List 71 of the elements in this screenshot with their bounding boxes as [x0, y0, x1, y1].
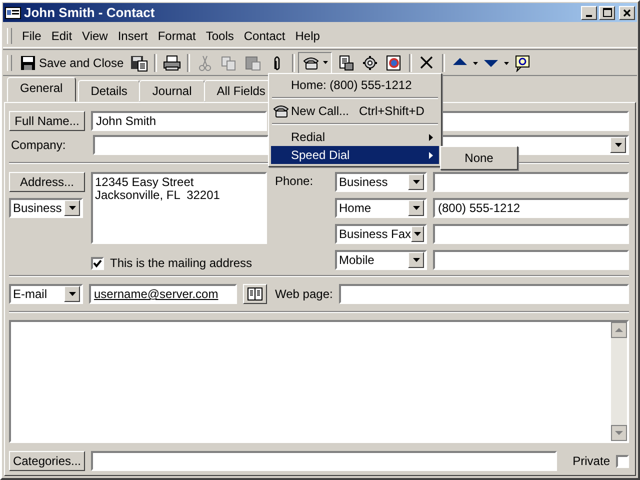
dropdown-arrow-icon — [68, 205, 76, 211]
phone-number-field[interactable]: (800) 555-1212 — [433, 198, 629, 218]
checkbox[interactable] — [91, 256, 104, 270]
close-icon — [623, 8, 631, 16]
address-book-button[interactable] — [243, 284, 267, 304]
caret-icon — [322, 61, 328, 64]
email-type-dropdown[interactable]: E-mail — [9, 284, 83, 304]
tab[interactable]: Journal — [139, 80, 205, 102]
menu-item[interactable]: Format — [152, 27, 201, 45]
menu-item[interactable]: File — [17, 27, 46, 45]
printer-icon[interactable] — [162, 54, 182, 72]
dropdown-arrow-icon — [412, 179, 420, 185]
maximize-icon — [602, 8, 612, 17]
phone-label: Phone: — [274, 173, 314, 190]
phone-number-field[interactable] — [433, 172, 629, 192]
save-and-close-button[interactable]: Save and Close — [17, 52, 127, 72]
dropdown-arrow-icon — [412, 205, 420, 211]
company-label: Company: — [10, 138, 67, 152]
full-name-button[interactable]: Full Name... — [9, 111, 85, 131]
tab[interactable]: Details — [78, 80, 140, 102]
dropdown-arrow-icon — [413, 231, 422, 237]
menu-item[interactable]: Redial — [271, 128, 439, 146]
web-page-field[interactable] — [338, 284, 629, 304]
menu-item[interactable]: Help — [290, 27, 325, 45]
window-title: John Smith - Contact — [24, 5, 155, 20]
checkmark-icon — [93, 258, 102, 268]
menu-item[interactable]: Tools — [200, 27, 239, 45]
scrollbar[interactable] — [611, 322, 627, 441]
categories-button[interactable]: Categories... — [9, 451, 85, 471]
menu-item[interactable]: New Call... Ctrl+Shift+D — [271, 102, 439, 120]
notes-field[interactable] — [9, 320, 629, 443]
menu-item[interactable]: Contact — [238, 27, 290, 45]
contact-card-icon — [5, 6, 21, 20]
company-field[interactable] — [93, 135, 269, 155]
address-field[interactable]: 12345 Easy Street Jacksonville, FL 32201 — [91, 172, 267, 244]
scroll-up-icon[interactable] — [611, 322, 627, 338]
menu-item[interactable]: Edit — [46, 27, 78, 45]
phone-number-field[interactable] — [433, 224, 629, 244]
mailing-address-label: This is the mailing address — [110, 256, 252, 270]
dropdown-arrow-icon — [614, 142, 622, 148]
full-name-field[interactable]: John Smith — [91, 111, 267, 131]
phone-type-dropdown[interactable]: Mobile — [335, 250, 427, 270]
address-button[interactable]: Address... — [9, 172, 85, 192]
maximize-button[interactable] — [599, 6, 615, 20]
scroll-down-icon[interactable] — [611, 425, 627, 441]
private-label: Private — [572, 454, 610, 468]
phone-type-dropdown[interactable]: Home — [335, 198, 427, 218]
submenu-arrow-icon — [429, 152, 433, 158]
book-icon — [247, 287, 263, 301]
menu-item[interactable]: None — [443, 149, 515, 167]
email-field[interactable]: username@server.com — [89, 284, 237, 304]
phone-type-dropdown[interactable]: Business Fax — [335, 224, 427, 244]
menu-item[interactable]: Speed Dial — [271, 146, 439, 164]
submenu-arrow-icon — [429, 134, 433, 140]
tab[interactable]: General — [7, 77, 76, 102]
dropdown-arrow-icon — [412, 257, 420, 263]
address-type-dropdown[interactable]: Business — [9, 198, 83, 218]
private-checkbox[interactable] — [616, 454, 629, 468]
minimize-button[interactable] — [581, 6, 597, 20]
categories-field[interactable] — [91, 451, 557, 471]
phone-type-dropdown[interactable]: Business — [335, 172, 427, 192]
menu-item[interactable]: Insert — [112, 27, 153, 45]
menu-item[interactable]: View — [77, 27, 113, 45]
phone-number-field[interactable] — [433, 250, 629, 270]
close-button[interactable] — [619, 6, 635, 20]
telephone-icon — [302, 54, 320, 70]
floppy-document-icon[interactable] — [128, 54, 149, 72]
minimize-icon — [586, 14, 592, 16]
web-page-label: Web page: — [274, 287, 333, 301]
dropdown-arrow-icon — [68, 291, 76, 297]
telephone-icon — [272, 103, 290, 119]
